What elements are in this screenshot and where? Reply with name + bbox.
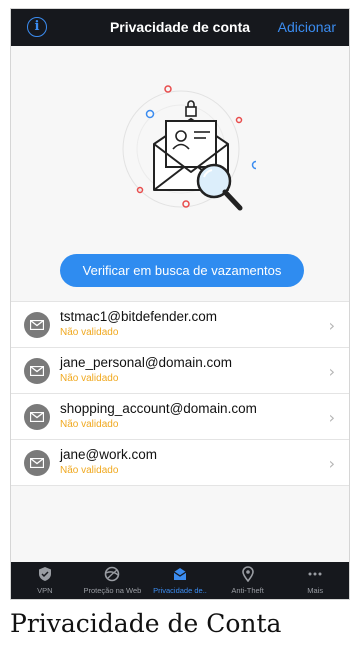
tab-more[interactable]: Mais — [281, 562, 349, 599]
mail-avatar-icon — [24, 404, 50, 430]
envelope-magnifier-illustration — [122, 85, 256, 211]
tab-web-protection[interactable]: Proteção na Web — [79, 562, 147, 599]
bottom-tab-bar: VPN Proteção na Web Privacidade de.. Ant… — [11, 562, 349, 599]
mail-avatar-icon — [24, 312, 50, 338]
account-email: shopping_account@domain.com — [60, 401, 257, 416]
add-button[interactable]: Adicionar — [278, 19, 336, 35]
account-email: jane_personal@domain.com — [60, 355, 233, 370]
tab-label: Privacidade de.. — [153, 586, 207, 595]
tab-label: Mais — [307, 586, 324, 595]
app-screen: i Privacidade de conta Adicionar Verific… — [10, 8, 350, 600]
shield-icon — [38, 567, 51, 581]
chevron-right-icon: › — [328, 316, 335, 335]
tab-label: VPN — [37, 586, 53, 595]
list-item[interactable]: jane@work.com Não validado › — [11, 440, 349, 486]
chevron-right-icon: › — [328, 408, 335, 427]
location-pin-icon — [241, 566, 254, 582]
list-item[interactable]: tstmac1@bitdefender.com Não validado › — [11, 302, 349, 348]
tab-anti-theft[interactable]: Anti-Theft — [214, 562, 282, 599]
more-icon — [308, 572, 322, 576]
privacy-inbox-icon — [173, 568, 187, 580]
mail-avatar-icon — [24, 358, 50, 384]
chevron-right-icon: › — [328, 454, 335, 473]
validation-status: Não validado — [60, 327, 119, 338]
validation-status: Não validado — [60, 373, 119, 384]
validation-status: Não validado — [60, 465, 119, 476]
top-navigation-bar: i Privacidade de conta Adicionar — [11, 9, 349, 46]
mail-avatar-icon — [24, 450, 50, 476]
list-item[interactable]: shopping_account@domain.com Não validado… — [11, 394, 349, 440]
account-list: tstmac1@bitdefender.com Não validado › j… — [11, 301, 349, 486]
tab-vpn[interactable]: VPN — [11, 562, 79, 599]
account-email: tstmac1@bitdefender.com — [60, 309, 218, 324]
validation-status: Não validado — [60, 419, 119, 430]
account-email: jane@work.com — [60, 447, 157, 462]
tab-label: Proteção na Web — [83, 586, 142, 595]
screenshot-caption: Privacidade de Conta — [10, 609, 282, 638]
globe-icon — [105, 566, 120, 582]
check-leaks-button[interactable]: Verificar em busca de vazamentos — [60, 254, 304, 287]
tab-account-privacy[interactable]: Privacidade de.. — [146, 562, 214, 599]
tab-label: Anti-Theft — [231, 586, 264, 595]
list-item[interactable]: jane_personal@domain.com Não validado › — [11, 348, 349, 394]
hero-section: Verificar em busca de vazamentos — [11, 46, 349, 316]
chevron-right-icon: › — [328, 362, 335, 381]
